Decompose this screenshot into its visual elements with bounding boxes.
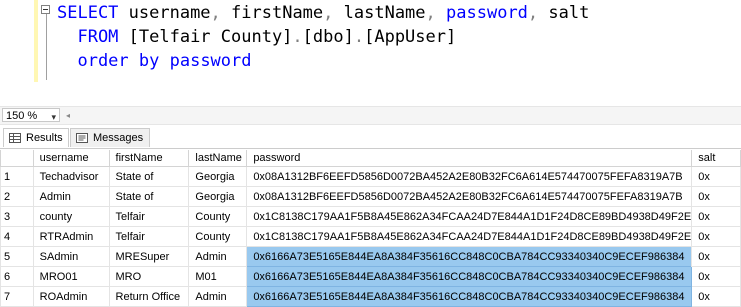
code-token: order by [57, 51, 160, 71]
cell-firstname[interactable]: MRESuper [108, 246, 190, 267]
outline-line [46, 14, 47, 80]
cell-firstname[interactable]: Telfair [108, 226, 190, 247]
table-row[interactable]: 5 SAdmin MRESuper Admin 0x6166A73E5165E844EA… [0, 246, 741, 267]
change-marker [34, 0, 38, 82]
cell-password[interactable]: 0x6166A73E5165E844EA8A384F35616CC848C0CB… [246, 286, 693, 307]
cell-lastname[interactable]: Admin [188, 286, 248, 307]
code-token: [AppUser] [364, 27, 457, 47]
column-header-password[interactable]: password [246, 150, 693, 167]
zoom-value: 150 % [6, 110, 38, 122]
column-header-salt[interactable]: salt [691, 150, 741, 167]
row-number[interactable]: 7 [0, 286, 34, 307]
cell-lastname[interactable]: M01 [188, 266, 248, 287]
code-token: lastName [333, 3, 426, 23]
code-token: FROM [57, 27, 119, 47]
cell-username[interactable]: MRO01 [32, 266, 110, 287]
code-token: username [118, 3, 211, 23]
cell-salt[interactable]: 0x [691, 166, 741, 187]
code-token: . [353, 27, 365, 47]
cell-salt[interactable]: 0x [691, 206, 741, 227]
row-number[interactable]: 5 [0, 246, 34, 267]
header-row: username firstName lastName password sal… [0, 150, 741, 167]
column-header-firstname[interactable]: firstName [108, 150, 190, 167]
cell-salt[interactable]: 0x [691, 226, 741, 247]
messages-icon [76, 133, 88, 143]
collapse-toggle[interactable] [41, 5, 50, 14]
tab-messages[interactable]: Messages [70, 128, 150, 147]
zoom-select[interactable]: 150 % ▾ [2, 108, 60, 122]
code-token: , [527, 3, 539, 23]
scroll-left-icon[interactable]: ◂ [66, 111, 70, 120]
cell-lastname[interactable]: Georgia [188, 186, 248, 207]
code-line-3[interactable]: order by password [57, 50, 252, 72]
cell-password[interactable]: 0x6166A73E5165E844EA8A384F35616CC848C0CB… [246, 246, 693, 267]
cell-lastname[interactable]: Admin [188, 246, 248, 267]
table-row[interactable]: 2 Admin State of Georgia 0x08A1312BF6EEFD585… [0, 186, 741, 207]
row-number-header[interactable] [0, 150, 34, 167]
results-tabs: Results Messages [0, 126, 741, 149]
cell-salt[interactable]: 0x [691, 266, 741, 287]
table-row[interactable]: 6 MRO01 MRO M01 0x6166A73E5165E844EA8A384F35… [0, 266, 741, 287]
chevron-down-icon: ▾ [51, 112, 56, 122]
row-number[interactable]: 4 [0, 226, 34, 247]
cell-password[interactable]: 0x08A1312BF6EEFD5856D0072BA452A2E80B32FC… [246, 166, 693, 187]
cell-username[interactable]: RTRAdmin [32, 226, 110, 247]
cell-password[interactable]: 0x1C8138C179AA1F5B8A45E862A34FCAA24D7E84… [246, 226, 693, 247]
cell-lastname[interactable]: County [188, 226, 248, 247]
code-token: . [292, 27, 303, 47]
code-line-1[interactable]: SELECT username, firstName, lastName, pa… [57, 2, 589, 24]
cell-salt[interactable]: 0x [691, 286, 741, 307]
cell-username[interactable]: Techadvisor [32, 166, 110, 187]
cell-username[interactable]: ROAdmin [32, 286, 110, 307]
cell-salt[interactable]: 0x [691, 186, 741, 207]
code-token: , [425, 3, 436, 23]
cell-username[interactable]: county [32, 206, 110, 227]
code-token: firstName [220, 3, 324, 23]
cell-lastname[interactable]: County [188, 206, 248, 227]
cell-lastname[interactable]: Georgia [188, 166, 248, 187]
column-header-username[interactable]: username [32, 150, 110, 167]
table-row[interactable]: 3 county Telfair County 0x1C8138C179AA1F5B8A… [0, 206, 741, 227]
cell-firstname[interactable]: Telfair [108, 206, 190, 227]
code-token: SELECT [57, 3, 119, 23]
tab-messages-label: Messages [93, 132, 144, 144]
grid-icon [9, 133, 21, 143]
cell-password[interactable]: 0x1C8138C179AA1F5B8A45E862A34FCAA24D7E84… [246, 206, 693, 227]
cell-password[interactable]: 0x08A1312BF6EEFD5856D0072BA452A2E80B32FC… [246, 186, 693, 207]
table-row[interactable]: 4 RTRAdmin Telfair County 0x1C8138C179AA1F5B… [0, 226, 741, 247]
cell-username[interactable]: Admin [32, 186, 110, 207]
column-header-lastname[interactable]: lastName [188, 150, 248, 167]
code-token: password [169, 51, 252, 71]
row-number[interactable]: 3 [0, 206, 34, 227]
code-line-2[interactable]: FROM [Telfair County].[dbo].[AppUser] [57, 26, 456, 48]
tab-results[interactable]: Results [3, 128, 69, 147]
results-grid[interactable]: username firstName lastName password sal… [0, 150, 741, 307]
cell-salt[interactable]: 0x [691, 246, 741, 267]
code-token: , [323, 3, 334, 23]
table-row[interactable]: 1 Techadvisor State of Georgia 0x08A1312BF6E… [0, 166, 741, 187]
results-table: username firstName lastName password sal… [0, 150, 741, 307]
code-token: , [210, 3, 221, 23]
table-row[interactable]: 7 ROAdmin Return Office Admin 0x6166A73E5165… [0, 286, 741, 307]
code-token: password [446, 3, 528, 23]
row-number[interactable]: 6 [0, 266, 34, 287]
tab-results-label: Results [26, 132, 63, 144]
cell-firstname[interactable]: MRO [108, 266, 190, 287]
cell-firstname[interactable]: Return Office [108, 286, 190, 307]
row-number[interactable]: 1 [0, 166, 34, 187]
editor-status-bar: 150 % ▾ ◂ [0, 106, 741, 125]
code-token: salt [538, 3, 590, 23]
cell-firstname[interactable]: State of [108, 166, 190, 187]
cell-username[interactable]: SAdmin [32, 246, 110, 267]
row-number[interactable]: 2 [0, 186, 34, 207]
cell-firstname[interactable]: State of [108, 186, 190, 207]
cell-password[interactable]: 0x6166A73E5165E844EA8A384F35616CC848C0CB… [246, 266, 693, 287]
code-token: [dbo] [302, 27, 354, 47]
code-token: [Telfair County] [118, 27, 293, 47]
query-editor[interactable]: SELECT username, firstName, lastName, pa… [0, 0, 741, 104]
